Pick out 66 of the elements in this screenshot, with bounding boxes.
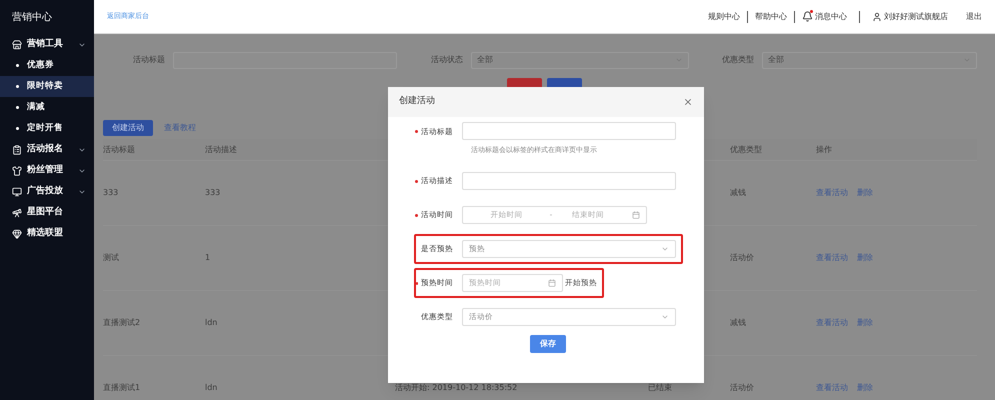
- calendar-icon: [632, 211, 640, 219]
- text-input[interactable]: [462, 172, 676, 190]
- column-header: 优惠类型: [730, 144, 763, 156]
- filter-select[interactable]: 全部: [471, 52, 689, 68]
- table-cell-text: 直播测试1: [103, 382, 142, 394]
- sidebar-item[interactable]: 精选联盟: [0, 223, 94, 244]
- action-link[interactable]: 删除: [857, 382, 873, 394]
- table-cell-text: ldn: [205, 317, 218, 329]
- table-cell-text: 活动价: [730, 252, 755, 264]
- action-link[interactable]: 查看活动: [816, 317, 848, 329]
- submenu-item[interactable]: 限时特卖: [0, 76, 94, 97]
- sidebar-item[interactable]: 星图平台: [0, 202, 94, 223]
- close-icon[interactable]: [683, 97, 693, 107]
- sidebar-item[interactable]: 活动报名: [0, 139, 94, 160]
- column-header: 活动描述: [205, 144, 238, 156]
- table-cell-text: 333: [103, 187, 120, 199]
- header-link[interactable]: 帮助中心: [755, 10, 787, 22]
- filter-select[interactable]: 全部: [762, 52, 977, 68]
- user-icon: [872, 12, 882, 22]
- sidebar-item[interactable]: 营销工具: [0, 34, 94, 55]
- header-link[interactable]: 规则中心: [708, 10, 740, 22]
- action-link[interactable]: 查看活动: [816, 382, 848, 394]
- monitor-icon: [12, 186, 22, 196]
- dialog-title: 创建活动: [399, 95, 436, 108]
- table-cell-text: 333: [205, 187, 222, 199]
- table-cell-text: 减钱: [730, 187, 747, 199]
- table-cell-text: 活动开始: 2019-10-12 18:35:52: [395, 382, 518, 394]
- logout-link[interactable]: 退出: [966, 10, 982, 22]
- sidebar-title: 营销中心: [11, 10, 53, 24]
- sidebar-item[interactable]: 粉丝管理: [0, 160, 94, 181]
- table-cell-text: 1: [205, 252, 212, 264]
- sidebar-item[interactable]: 广告投放: [0, 181, 94, 202]
- table-cell-text: 测试: [103, 252, 120, 264]
- bell-icon: [802, 11, 813, 22]
- column-header: 操作: [816, 144, 833, 156]
- shop-icon: [12, 40, 22, 50]
- table-cell-text: 活动价: [730, 382, 755, 394]
- filter-label: 优惠类型: [722, 54, 754, 66]
- shirt-icon: [12, 166, 22, 176]
- table-cell-text: 直播测试2: [103, 317, 142, 329]
- table-cell-text: 已结束: [648, 382, 673, 394]
- submenu-item[interactable]: 优惠券: [0, 55, 94, 76]
- filter-label: 活动标题: [133, 54, 165, 66]
- filter-label: 活动状态: [431, 54, 463, 66]
- submenu-item[interactable]: 满减: [0, 97, 94, 118]
- user-name[interactable]: 刘好好测试旗舰店: [884, 10, 948, 22]
- column-header: 活动标题: [103, 144, 136, 156]
- save-button[interactable]: 保存: [530, 335, 566, 353]
- calendar-icon: [548, 279, 556, 287]
- clipboard-icon: [12, 144, 22, 154]
- chevron-icon: [661, 313, 669, 321]
- tutorial-link[interactable]: 查看教程: [164, 122, 196, 134]
- action-link[interactable]: 查看活动: [816, 252, 848, 264]
- text-input[interactable]: [462, 122, 676, 140]
- chevron-icon: [661, 245, 669, 253]
- action-link[interactable]: 删除: [857, 187, 873, 199]
- table-cell-text: ldn: [205, 382, 218, 394]
- action-link[interactable]: 删除: [857, 252, 873, 264]
- telescope-icon: [12, 208, 22, 218]
- messages-link[interactable]: 消息中心: [802, 10, 847, 22]
- action-link[interactable]: 查看活动: [816, 187, 848, 199]
- gem-icon: [12, 228, 22, 238]
- submenu-item[interactable]: 定时开售: [0, 118, 94, 139]
- create-button[interactable]: 创建活动: [103, 120, 153, 136]
- action-link[interactable]: 删除: [857, 317, 873, 329]
- table-cell-text: 减钱: [730, 317, 747, 329]
